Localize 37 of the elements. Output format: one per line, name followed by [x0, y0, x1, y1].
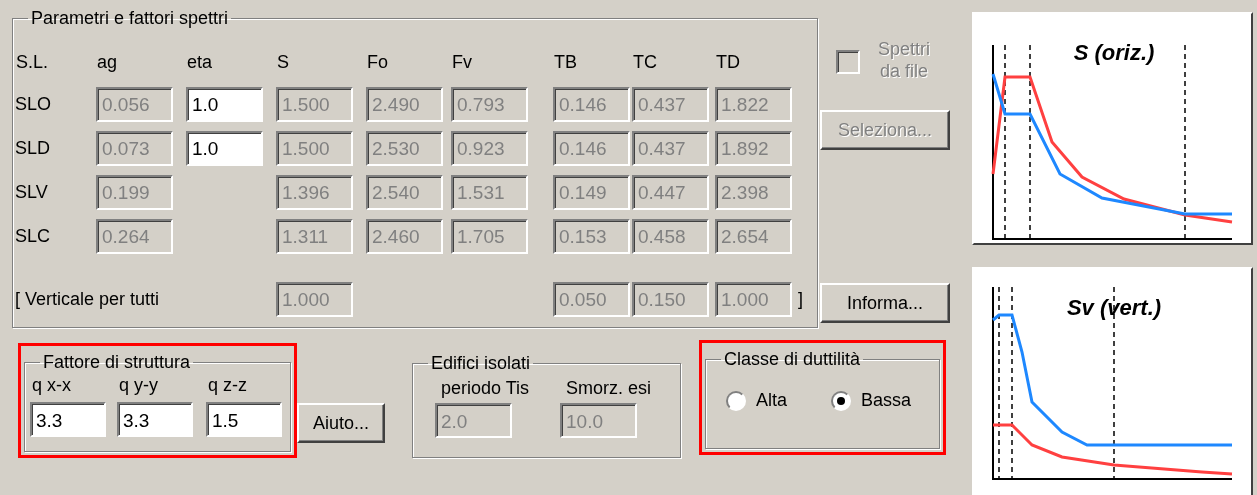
radio-option[interactable]: Alta: [726, 390, 788, 411]
group-title: Edifici isolati: [430, 353, 532, 374]
column-header: eta: [186, 51, 214, 73]
column-header: TD: [715, 51, 741, 73]
value-field[interactable]: 1.0: [186, 86, 263, 122]
chart-title: Sv (vert.): [1066, 295, 1162, 320]
row-label: SLV: [15, 181, 49, 203]
value-field[interactable]: 1.5: [206, 402, 282, 437]
info-button[interactable]: Informa...: [820, 283, 950, 323]
field-label: q x-x: [31, 375, 72, 396]
column-header: S: [276, 51, 290, 73]
row-label: SLO: [15, 93, 53, 115]
group-title: Fattore di struttura: [42, 352, 192, 373]
field-label: q z-z: [207, 375, 248, 396]
column-header: Fo: [366, 51, 389, 73]
value-field[interactable]: 3.3: [30, 402, 106, 437]
value-field[interactable]: 1.0: [186, 130, 263, 166]
radio-indicator[interactable]: [726, 390, 746, 411]
field-label: Smorz. esi: [565, 378, 653, 399]
value-field[interactable]: 3.3: [117, 402, 193, 437]
help-button[interactable]: Aiuto...: [297, 403, 385, 443]
field-label: q y-y: [118, 375, 159, 396]
group-title: Classe di duttilità: [723, 349, 862, 370]
radio-indicator[interactable]: [831, 390, 852, 411]
column-header: ag: [96, 51, 119, 73]
group-title: Parametri e fattori spettri: [30, 8, 230, 29]
column-header: Fv: [451, 51, 473, 73]
radio-option[interactable]: Bassa: [831, 390, 912, 411]
field-label: periodo Tis: [440, 378, 531, 399]
row-label: SLC: [15, 225, 51, 247]
bracket: ]: [797, 288, 804, 310]
column-header: S.L.: [15, 51, 50, 73]
chart-title: S (oriz.): [1073, 40, 1155, 65]
column-header: TC: [632, 51, 658, 73]
row-label: [ Verticale per tutti: [15, 288, 161, 310]
row-label: SLD: [15, 137, 51, 159]
column-header: TB: [553, 51, 578, 73]
